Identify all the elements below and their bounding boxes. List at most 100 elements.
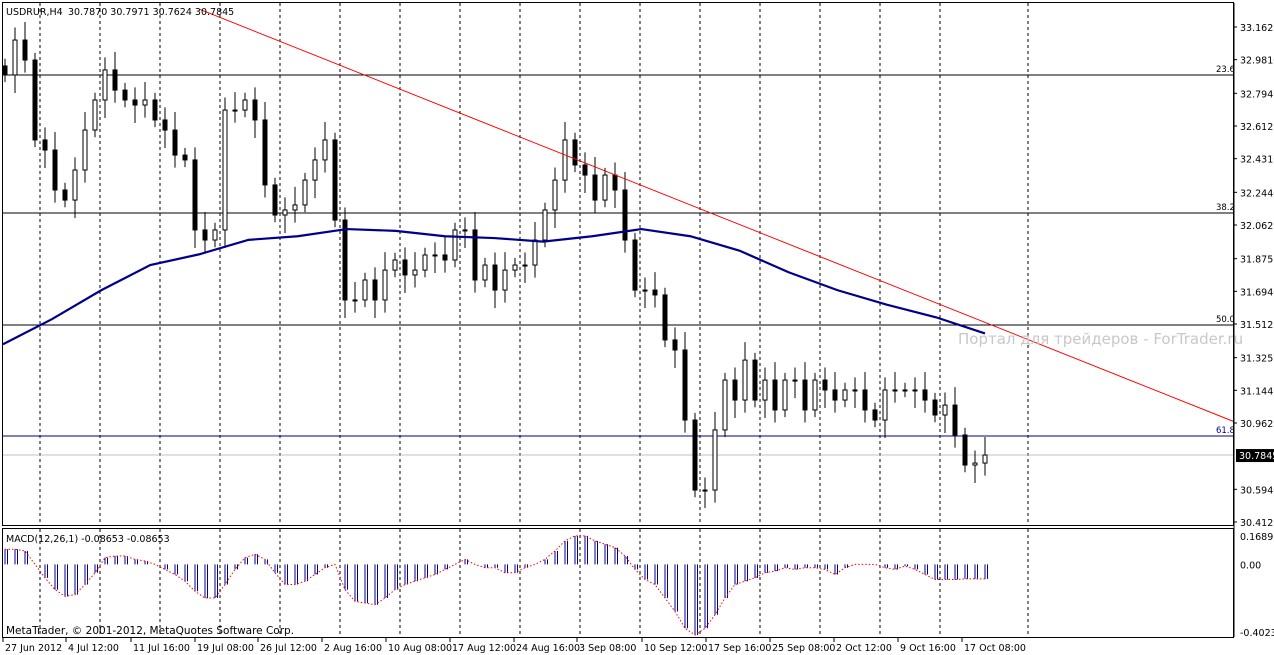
candle-body	[452, 229, 458, 261]
candle-body	[132, 99, 138, 106]
candle	[312, 147, 318, 199]
candle-body	[872, 409, 878, 421]
candle	[782, 372, 788, 418]
time-tick-label: 2 Aug 16:00	[324, 643, 382, 654]
candle	[12, 27, 18, 93]
candle	[72, 157, 78, 219]
candle-body	[652, 289, 658, 296]
candle	[22, 22, 28, 73]
candle	[2, 58, 8, 83]
candle-body	[722, 379, 728, 431]
candle	[262, 101, 268, 198]
candle-body	[842, 389, 848, 401]
trendline[interactable]	[199, 8, 1235, 423]
candle-body	[352, 299, 358, 302]
candle	[772, 362, 778, 423]
macd-histogram	[4, 535, 988, 635]
candle-body	[52, 149, 58, 191]
candle	[422, 247, 428, 278]
price-tick-label: 32.0625	[1240, 221, 1274, 232]
candle-body	[822, 379, 828, 391]
candle	[322, 121, 328, 173]
candle-body	[422, 254, 428, 271]
candle-body	[572, 139, 578, 166]
price-tick-label: 32.4310	[1240, 155, 1274, 166]
time-tick-label: 25 Sep 08:00	[772, 643, 835, 654]
candle-body	[932, 399, 938, 416]
candle	[282, 197, 288, 234]
candle	[872, 402, 878, 428]
candle-body	[312, 159, 318, 181]
candle-body	[272, 184, 278, 216]
candle-body	[162, 119, 168, 131]
candle	[842, 382, 848, 408]
candle	[952, 387, 958, 448]
price-tick-label: 31.1440	[1240, 386, 1274, 397]
candle	[762, 367, 768, 419]
candle	[862, 371, 868, 423]
candle	[812, 372, 818, 418]
candle	[252, 87, 258, 138]
main-chart-border	[2, 2, 1234, 526]
candle-body	[212, 229, 218, 241]
candle-body	[712, 429, 718, 491]
time-tick-label: 9 Oct 16:00	[900, 643, 956, 654]
candle	[702, 477, 708, 509]
candle	[712, 411, 718, 503]
candle	[732, 367, 738, 419]
time-tick-label: 4 Jul 12:00	[68, 643, 119, 654]
fibonacci-levels[interactable]: 23.6 38.2 50.0 61.8	[3, 65, 1235, 437]
price-tick-label: 32.7940	[1240, 89, 1274, 100]
candle-body	[752, 359, 758, 401]
candle-body	[12, 39, 18, 76]
candle	[32, 52, 38, 148]
candle	[682, 332, 688, 433]
candle	[882, 377, 888, 439]
candle-body	[922, 389, 928, 401]
price-tick-label: 31.3255	[1240, 354, 1274, 365]
candle-body	[902, 389, 908, 392]
candle	[572, 132, 578, 173]
candle	[202, 211, 208, 253]
candle-body	[742, 359, 748, 401]
candle-body	[442, 254, 448, 261]
candle	[652, 272, 658, 308]
candle-body	[292, 204, 298, 211]
time-tick-label: 10 Sep 12:00	[644, 643, 707, 654]
candle-body	[962, 434, 968, 466]
time-axis[interactable]: 27 Jun 2012 4 Jul 12:00 11 Jul 16:00 19 Jul…	[2, 638, 1026, 654]
candle	[102, 57, 108, 118]
candle	[982, 437, 988, 476]
candle-body	[372, 279, 378, 301]
price-tick-label: 32.6125	[1240, 122, 1274, 133]
price-tick-label: 31.8755	[1240, 255, 1274, 266]
ohlc-readout: 30.7870 30.7971 30.7624 30.7845	[68, 7, 234, 18]
fibo-level-label: 23.6	[1216, 65, 1235, 75]
candle-body	[982, 454, 988, 464]
candle-body	[672, 339, 678, 351]
candle	[632, 232, 638, 298]
candle-body	[602, 174, 608, 201]
candle	[92, 92, 98, 138]
candle-body	[942, 404, 948, 416]
candle	[642, 277, 648, 309]
price-tick-label: 32.9810	[1240, 56, 1274, 67]
candle	[792, 367, 798, 399]
chart-window[interactable]: 23.6 38.2 50.0 61.8 Портал для трейдеров - …	[0, 0, 1274, 655]
price-tick-label: 30.9625	[1240, 419, 1274, 430]
candle	[132, 87, 138, 124]
candle	[662, 287, 668, 348]
candle-body	[702, 489, 708, 492]
candle-body	[2, 65, 8, 76]
candle	[172, 112, 178, 168]
candle	[722, 372, 728, 438]
candle-body	[552, 179, 558, 211]
macd-tick-label: 0.16891	[1240, 532, 1274, 543]
candle	[412, 252, 418, 288]
candle-body	[762, 379, 768, 401]
candle-body	[332, 139, 338, 221]
candle-body	[22, 39, 28, 61]
candle	[562, 121, 568, 193]
candle-body	[532, 239, 538, 266]
candle	[512, 257, 518, 278]
